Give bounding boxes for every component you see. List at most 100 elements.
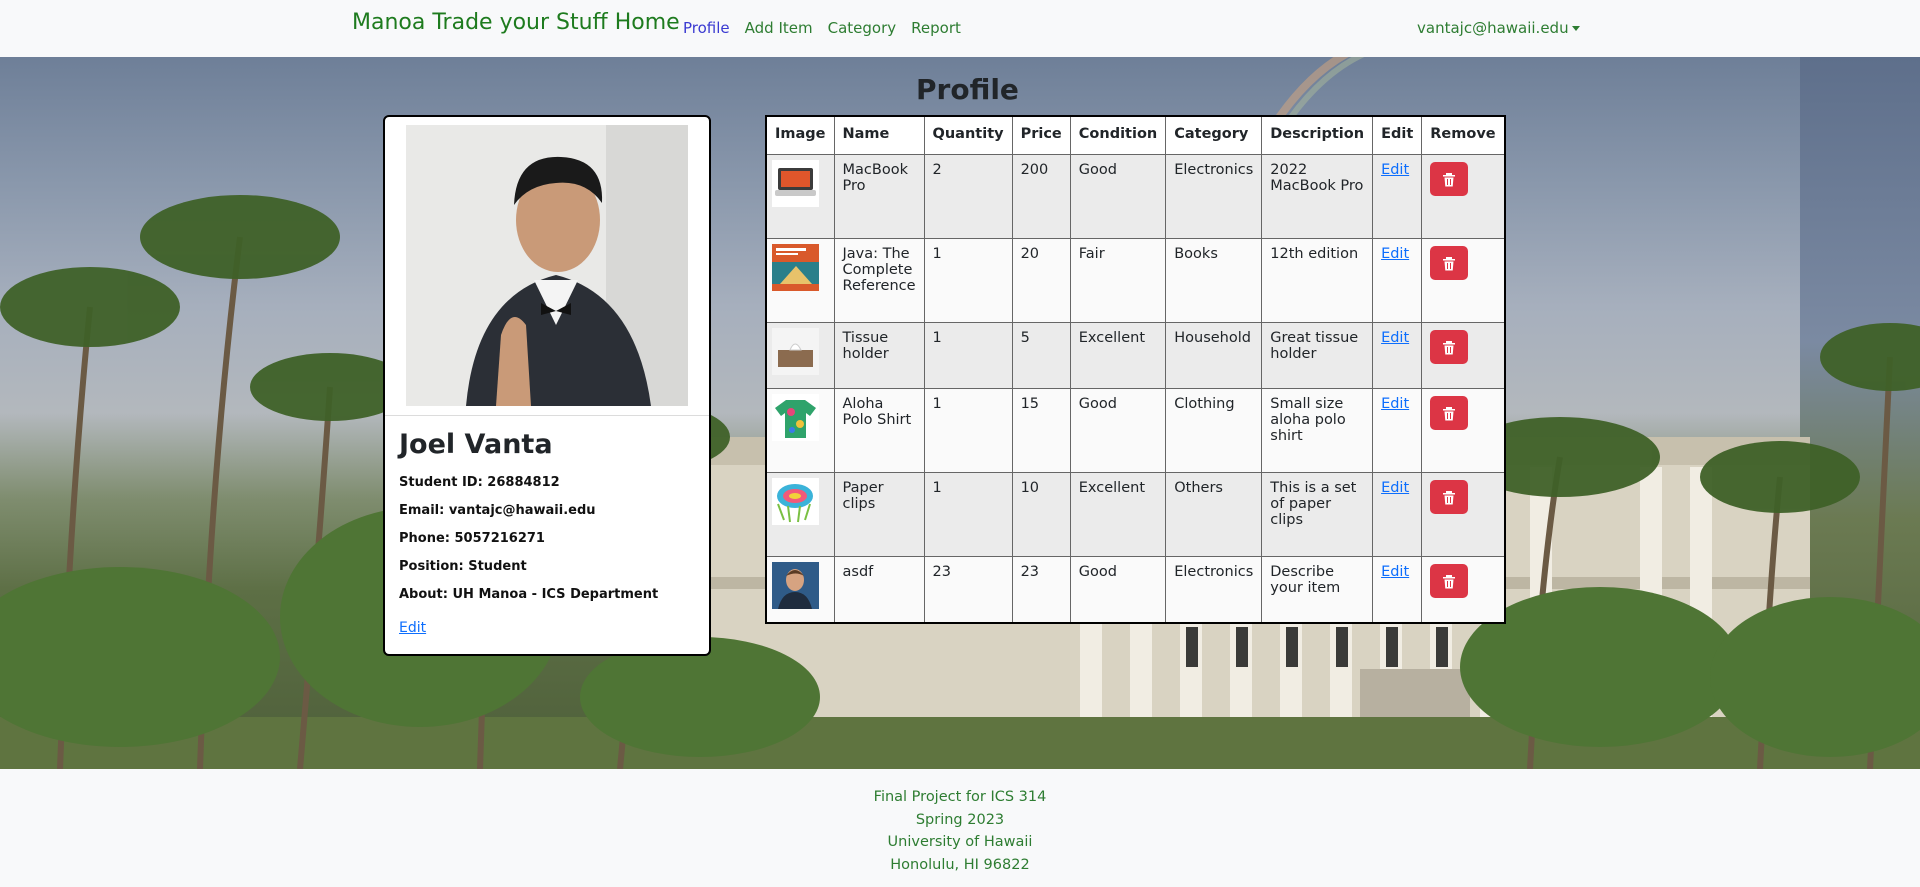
table-row: Aloha Polo Shirt 1 15 Good Clothing Smal… <box>765 388 1506 473</box>
item-remove-cell <box>1421 322 1506 389</box>
item-name: Aloha Polo Shirt <box>833 388 925 473</box>
items-table: Image Name Quantity Price Condition Cate… <box>765 115 1506 624</box>
item-image-cell <box>765 472 835 557</box>
item-description: This is a set of paper clips <box>1261 472 1374 557</box>
footer: Final Project for ICS 314 Spring 2023 Un… <box>0 769 1920 887</box>
item-edit-link[interactable]: Edit <box>1381 480 1409 496</box>
profile-student-id: Student ID: 26884812 <box>399 475 560 490</box>
item-category: Books <box>1165 238 1263 323</box>
table-row: Java: The Complete Reference 1 20 Fair B… <box>765 238 1506 323</box>
item-name: Paper clips <box>833 472 925 557</box>
item-description: Great tissue holder <box>1261 322 1374 389</box>
header-edit: Edit <box>1372 115 1423 155</box>
item-quantity: 1 <box>923 322 1013 389</box>
profile-photo-illustration <box>406 125 688 406</box>
item-edit-cell: Edit <box>1372 322 1423 389</box>
item-image-cell <box>765 556 835 623</box>
item-edit-link[interactable]: Edit <box>1381 162 1409 178</box>
item-category: Electronics <box>1165 556 1263 623</box>
profile-name: Joel Vanta <box>399 429 553 460</box>
header-price: Price <box>1011 115 1071 155</box>
trash-icon <box>1443 256 1456 270</box>
person-thumbnail <box>772 562 819 609</box>
item-category: Household <box>1165 322 1263 389</box>
item-quantity: 1 <box>923 472 1013 557</box>
item-condition: Excellent <box>1069 472 1167 557</box>
item-condition: Good <box>1069 154 1167 239</box>
trash-icon <box>1443 172 1456 186</box>
item-condition: Good <box>1069 556 1167 623</box>
user-email: vantajc@hawaii.edu <box>1417 19 1569 37</box>
item-edit-cell: Edit <box>1372 472 1423 557</box>
header-quantity: Quantity <box>923 115 1013 155</box>
item-edit-cell: Edit <box>1372 388 1423 473</box>
profile-phone: Phone: 5057216271 <box>399 531 545 546</box>
item-edit-cell: Edit <box>1372 238 1423 323</box>
item-edit-link[interactable]: Edit <box>1381 246 1409 262</box>
profile-edit-link[interactable]: Edit <box>399 620 426 636</box>
remove-item-button[interactable] <box>1430 162 1469 196</box>
remove-item-button[interactable] <box>1430 564 1469 598</box>
profile-photo <box>406 125 688 406</box>
profile-about: About: UH Manoa - ICS Department <box>399 587 659 602</box>
item-quantity: 1 <box>923 388 1013 473</box>
user-dropdown[interactable]: vantajc@hawaii.edu <box>1417 19 1580 37</box>
item-condition: Excellent <box>1069 322 1167 389</box>
item-image-cell <box>765 388 835 473</box>
nav-link-profile[interactable]: Profile <box>683 19 730 37</box>
item-price: 20 <box>1011 238 1071 323</box>
nav-links: Profile Add Item Category Report <box>683 19 961 37</box>
item-price: 15 <box>1011 388 1071 473</box>
profile-position: Position: Student <box>399 559 527 574</box>
header-description: Description <box>1261 115 1374 155</box>
footer-line-address: Honolulu, HI 96822 <box>890 856 1030 873</box>
table-row: MacBook Pro 2 200 Good Electronics 2022 … <box>765 154 1506 239</box>
item-image-cell <box>765 322 835 389</box>
item-remove-cell <box>1421 154 1506 239</box>
header-remove: Remove <box>1421 115 1506 155</box>
laptop-thumbnail <box>772 160 819 207</box>
tissue-holder-thumbnail <box>772 328 819 375</box>
item-name: asdf <box>833 556 925 623</box>
remove-item-button[interactable] <box>1430 246 1469 280</box>
item-edit-link[interactable]: Edit <box>1381 564 1409 580</box>
item-remove-cell <box>1421 388 1506 473</box>
brand-home-link[interactable]: Manoa Trade your Stuff Home <box>352 10 680 35</box>
navbar: Manoa Trade your Stuff Home Profile Add … <box>0 0 1920 57</box>
trash-icon <box>1443 574 1456 588</box>
trash-icon <box>1443 406 1456 420</box>
item-edit-cell: Edit <box>1372 556 1423 623</box>
nav-link-add-item[interactable]: Add Item <box>745 19 813 37</box>
item-condition: Good <box>1069 388 1167 473</box>
remove-item-button[interactable] <box>1430 396 1469 430</box>
caret-down-icon <box>1571 26 1580 31</box>
aloha-shirt-thumbnail <box>772 394 819 441</box>
item-name: Java: The Complete Reference <box>833 238 925 323</box>
item-edit-link[interactable]: Edit <box>1381 396 1409 412</box>
item-price: 200 <box>1011 154 1071 239</box>
header-image: Image <box>765 115 835 155</box>
profile-email: Email: vantajc@hawaii.edu <box>399 503 596 518</box>
item-quantity: 2 <box>923 154 1013 239</box>
item-condition: Fair <box>1069 238 1167 323</box>
nav-link-report[interactable]: Report <box>911 19 961 37</box>
table-row: asdf 23 23 Good Electronics Describe you… <box>765 556 1506 623</box>
remove-item-button[interactable] <box>1430 330 1469 364</box>
item-category: Others <box>1165 472 1263 557</box>
item-description: 12th edition <box>1261 238 1374 323</box>
item-quantity: 1 <box>923 238 1013 323</box>
header-condition: Condition <box>1069 115 1167 155</box>
item-image-cell <box>765 154 835 239</box>
item-quantity: 23 <box>923 556 1013 623</box>
item-description: Small size aloha polo shirt <box>1261 388 1374 473</box>
remove-item-button[interactable] <box>1430 480 1469 514</box>
card-divider <box>385 415 709 416</box>
profile-card: Joel Vanta Student ID: 26884812 Email: v… <box>383 115 711 656</box>
trash-icon <box>1443 490 1456 504</box>
item-category: Clothing <box>1165 388 1263 473</box>
nav-link-category[interactable]: Category <box>828 19 897 37</box>
item-edit-link[interactable]: Edit <box>1381 330 1409 346</box>
table-row: Tissue holder 1 5 Excellent Household Gr… <box>765 322 1506 389</box>
item-name: MacBook Pro <box>833 154 925 239</box>
item-description: 2022 MacBook Pro <box>1261 154 1374 239</box>
